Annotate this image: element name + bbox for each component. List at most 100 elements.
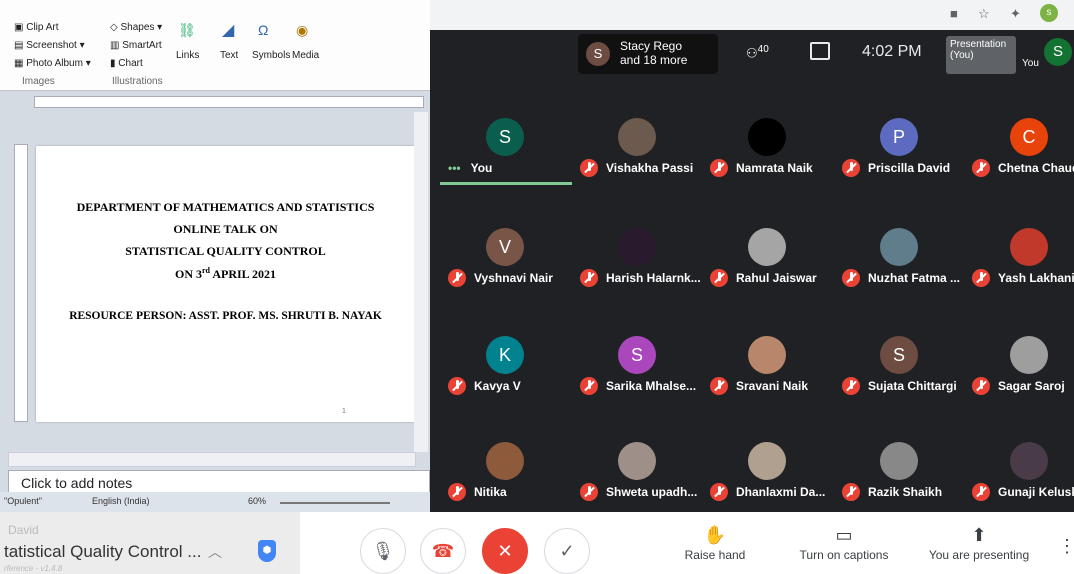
- participant-name: Dhanlaxmi Da...: [736, 485, 826, 499]
- participant-name: Chetna Chaud...: [998, 161, 1074, 175]
- mic-muted-icon: [448, 269, 466, 287]
- horizontal-scrollbar[interactable]: [8, 452, 416, 467]
- presentation-thumbnail[interactable]: Presentation (You): [946, 36, 1016, 74]
- presenting-button[interactable]: ⬆ You are presenting: [924, 522, 1034, 562]
- symbol-icon: Ω: [258, 22, 269, 38]
- participant-avatar: S: [880, 336, 918, 374]
- mic-muted-icon: [972, 269, 990, 287]
- text-button[interactable]: Text: [220, 50, 238, 61]
- clip-art-button[interactable]: ▣ Clip Art: [14, 22, 58, 33]
- leave-call-button[interactable]: ☎: [420, 528, 466, 574]
- participant-name-row: Sarika Mhalse...: [580, 376, 705, 396]
- participant-name-row: Dhanlaxmi Da...: [710, 482, 835, 502]
- participant-avatar: [618, 442, 656, 480]
- captions-icon: ▭: [835, 525, 853, 545]
- participant-tile[interactable]: Harish Halarnk...: [572, 218, 702, 326]
- participant-avatar: [748, 228, 786, 266]
- mic-muted-icon: [580, 269, 598, 287]
- more-options-icon[interactable]: ⋮: [1058, 536, 1074, 557]
- presentation-label: Presentation: [950, 39, 1007, 50]
- photo-album-button[interactable]: ▦ Photo Album ▾: [14, 58, 91, 69]
- self-avatar[interactable]: S: [1044, 38, 1072, 66]
- mic-muted-icon: [972, 159, 990, 177]
- chat-icon[interactable]: [810, 42, 830, 60]
- present-icon: ⬆: [971, 525, 987, 545]
- participant-tile[interactable]: Yash Lakhani: [964, 218, 1074, 326]
- participant-avatar: [1010, 228, 1048, 266]
- taskbar-preview[interactable]: David tatistical Quality Control ... rfe…: [0, 512, 300, 574]
- participant-name: Kavya V: [474, 379, 521, 393]
- mic-muted-icon: [842, 269, 860, 287]
- chart-button[interactable]: ▮ Chart: [110, 58, 143, 69]
- browser-toolbar: ■ ☆ ✦: [430, 0, 1074, 30]
- mic-muted-icon: [972, 483, 990, 501]
- microphone-button[interactable]: 🎙: [360, 528, 406, 574]
- slide-canvas[interactable]: DEPARTMENT OF MATHEMATICS AND STATISTICS…: [36, 146, 415, 422]
- participant-tile[interactable]: Rahul Jaiswar: [702, 218, 832, 326]
- participant-avatar: [748, 336, 786, 374]
- smartart-button[interactable]: ▥ SmartArt: [110, 40, 162, 51]
- participant-name-row: Namrata Naik: [710, 158, 835, 178]
- symbols-button[interactable]: Symbols: [252, 50, 290, 61]
- participants-button[interactable]: ⚇40: [746, 44, 769, 61]
- participant-tile[interactable]: Nuzhat Fatma ...: [834, 218, 964, 326]
- check-button[interactable]: ✓: [544, 528, 590, 574]
- participant-tile[interactable]: V Vyshnavi Nair: [440, 218, 570, 326]
- participant-tile[interactable]: Namrata Naik: [702, 108, 832, 216]
- notes-pane[interactable]: Click to add notes: [8, 470, 430, 494]
- date-prefix: ON 3: [174, 267, 202, 281]
- presenter-chip[interactable]: S Stacy Rego and 18 more: [578, 34, 718, 74]
- participant-tile[interactable]: K Kavya V: [440, 326, 570, 434]
- participant-name-row: Priscilla David: [842, 158, 967, 178]
- ghost-name: David: [8, 523, 39, 537]
- status-bar: "Opulent" English (India) 60%: [0, 492, 430, 512]
- participant-name-row: Shweta upadh...: [580, 482, 705, 502]
- clip-art-label: Clip Art: [26, 22, 59, 33]
- theme-name: "Opulent": [4, 496, 42, 506]
- speaking-indicator: [440, 182, 572, 185]
- presentation-owner: (You): [950, 50, 974, 61]
- participant-name-row: Nitika: [448, 482, 573, 502]
- participant-tile[interactable]: S ••• You: [440, 108, 570, 216]
- shapes-button[interactable]: ◇ Shapes ▾: [110, 22, 162, 33]
- raise-hand-button[interactable]: ✋ Raise hand: [680, 522, 750, 562]
- camera-icon[interactable]: ■: [950, 6, 958, 21]
- participant-tile[interactable]: P Priscilla David: [834, 108, 964, 216]
- profile-avatar[interactable]: s: [1040, 4, 1058, 22]
- participant-avatar: [748, 442, 786, 480]
- participant-avatar: [618, 118, 656, 156]
- participant-name-row: ••• You: [448, 158, 573, 178]
- chevron-up-icon[interactable]: ︿: [208, 542, 222, 562]
- star-icon[interactable]: ☆: [978, 6, 990, 22]
- security-shield-icon[interactable]: ⬢: [258, 540, 276, 562]
- slide-date-line: ON 3rd APRIL 2021: [36, 266, 415, 282]
- zoom-level[interactable]: 60%: [248, 496, 266, 506]
- participant-name: Vyshnavi Nair: [474, 271, 553, 285]
- media-button[interactable]: Media: [292, 50, 319, 61]
- participant-tile[interactable]: S Sujata Chittargi: [834, 326, 964, 434]
- slide-resource-person: RESOURCE PERSON: ASST. PROF. MS. SHRUTI …: [69, 310, 382, 322]
- participant-tile[interactable]: Sravani Naik: [702, 326, 832, 434]
- screenshot-label: Screenshot: [26, 40, 77, 51]
- participant-name: Rahul Jaiswar: [736, 271, 817, 285]
- participant-tile[interactable]: S Sarika Mhalse...: [572, 326, 702, 434]
- participant-tile[interactable]: Vishakha Passi: [572, 108, 702, 216]
- vertical-scrollbar[interactable]: [414, 112, 428, 452]
- participant-tile[interactable]: C Chetna Chaud...: [964, 108, 1074, 216]
- camera-off-button[interactable]: ✕: [482, 528, 528, 574]
- extensions-icon[interactable]: ✦: [1010, 6, 1021, 22]
- participant-count: 40: [757, 44, 769, 55]
- date-suffix: APRIL 2021: [209, 267, 276, 281]
- slide-subtitle-line: ONLINE TALK ON: [173, 222, 278, 236]
- participant-tile[interactable]: Sagar Saroj: [964, 326, 1074, 434]
- screenshot-button[interactable]: ▤ Screenshot ▾: [14, 40, 85, 51]
- mic-muted-icon: [842, 159, 860, 177]
- language-status[interactable]: English (India): [92, 496, 150, 506]
- date-superscript: rd: [201, 266, 210, 275]
- zoom-slider[interactable]: [280, 502, 390, 504]
- hand-icon: ✋: [703, 525, 727, 545]
- presenting-label: You are presenting: [928, 548, 1030, 562]
- links-button[interactable]: Links: [176, 50, 199, 61]
- participant-name: Vishakha Passi: [606, 161, 694, 175]
- captions-button[interactable]: ▭ Turn on captions: [792, 522, 896, 562]
